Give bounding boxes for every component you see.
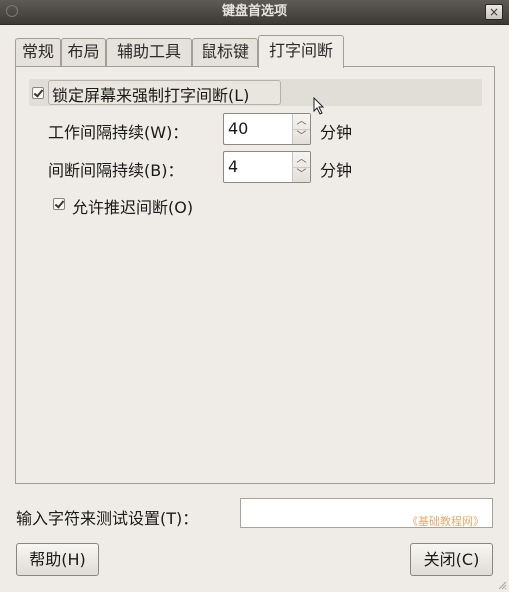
tab-mouse-keys[interactable]: 鼠标键 [192, 38, 258, 66]
break-interval-spinner[interactable]: 4 ︿ ﹀ [223, 151, 311, 183]
lock-screen-label[interactable]: 锁定屏幕来强制打字间断(L) [52, 82, 249, 106]
chevron-down-icon[interactable]: ﹀ [293, 129, 310, 144]
close-icon[interactable]: × [485, 4, 503, 20]
chevron-up-icon[interactable]: ︿ [293, 114, 310, 130]
watermark-text: 《基础教程网》 [407, 515, 484, 528]
tab-accessibility[interactable]: 辅助工具 [106, 38, 192, 66]
tab-layout[interactable]: 布局 [61, 38, 106, 66]
title-bar[interactable]: 键盘首选项 × [0, 0, 509, 25]
keyboard-preferences-window: 键盘首选项 × 常规 布局 辅助工具 鼠标键 打字间断 锁定屏幕来强制打字间断(… [0, 0, 509, 592]
test-input[interactable]: 《基础教程网》 [240, 498, 493, 528]
allow-postpone-checkbox[interactable] [53, 198, 65, 210]
help-button[interactable]: 帮助(H) [16, 543, 99, 576]
test-field-label: 输入字符来测试设置(T)： [16, 509, 199, 528]
tab-typing-break[interactable]: 打字间断 [258, 35, 344, 68]
tab-general[interactable]: 常规 [15, 38, 61, 66]
close-button[interactable]: 关闭(C) [410, 543, 493, 576]
lock-screen-checkbox[interactable] [32, 87, 44, 99]
break-interval-value[interactable]: 4 [228, 152, 238, 182]
allow-postpone-label[interactable]: 允许推迟间断(O) [72, 194, 193, 218]
work-interval-unit: 分钟 [320, 123, 353, 142]
work-interval-spinner[interactable]: 40 ︿ ﹀ [223, 113, 311, 145]
mouse-pointer-icon [313, 97, 325, 115]
window-title: 键盘首选项 [221, 4, 287, 19]
work-interval-label: 工作间隔持续(W)： [48, 123, 189, 142]
break-interval-label: 间断间隔持续(B)： [48, 161, 184, 180]
resize-grip-icon[interactable] [497, 580, 507, 590]
chevron-down-icon[interactable]: ﹀ [293, 167, 310, 182]
chevron-up-icon[interactable]: ︿ [293, 152, 310, 168]
break-interval-unit: 分钟 [320, 161, 353, 180]
work-interval-value[interactable]: 40 [228, 114, 248, 144]
